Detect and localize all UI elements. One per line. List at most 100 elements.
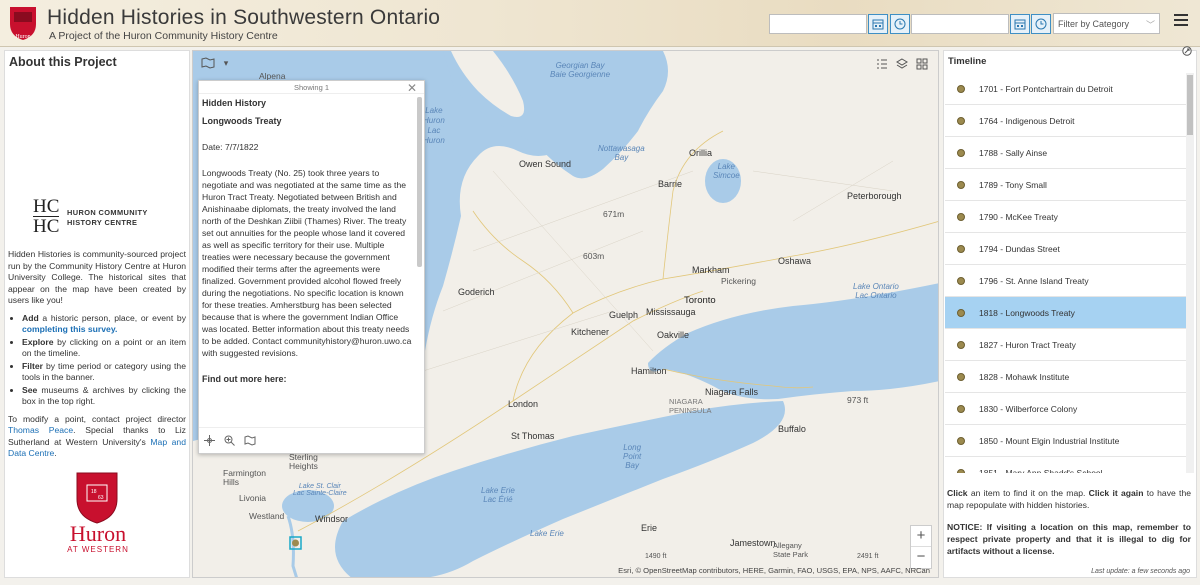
timeline-title: Timeline xyxy=(948,56,987,67)
timeline-item-label: 1828 - Mohawk Institute xyxy=(979,371,1070,382)
time-to-button[interactable] xyxy=(1031,14,1051,34)
layers-button[interactable] xyxy=(893,56,911,72)
basemap-dropdown-button[interactable]: ▾ xyxy=(217,55,235,71)
hchc-monogram: HC HC xyxy=(33,196,60,236)
menu-icon-bar xyxy=(1174,19,1188,21)
zoom-out-button[interactable]: − xyxy=(911,547,931,568)
timeline-item[interactable]: 1830 - Wilberforce Colony xyxy=(945,393,1190,425)
timeline-item[interactable]: 1850 - Mount Elgin Industrial Institute xyxy=(945,425,1190,457)
clock-icon xyxy=(894,18,906,30)
hamburger-menu-button[interactable] xyxy=(1174,14,1188,28)
label-orillia: Orillia xyxy=(689,148,713,158)
thomas-peace-link[interactable]: Thomas Peace xyxy=(8,425,73,435)
timeline-scrollbar[interactable] xyxy=(1186,73,1194,473)
label-lake-erie-2: Lake Erie xyxy=(530,529,564,538)
timeline-item[interactable]: 1701 - Fort Pontchartrain du Detroit xyxy=(945,73,1190,105)
org-name-line2: HISTORY CENTRE xyxy=(67,218,138,227)
timeline-item[interactable]: 1827 - Huron Tract Treaty xyxy=(945,329,1190,361)
timeline-item[interactable]: 1851 - Mary Ann Shadd's School xyxy=(945,457,1190,473)
label-elev-603: 603m xyxy=(583,251,605,261)
history-marker-icon xyxy=(957,468,965,473)
category-filter-label: Filter by Category xyxy=(1058,19,1130,29)
calendar-from-button[interactable] xyxy=(868,14,888,34)
app-title: Hidden Histories in Southwestern Ontario xyxy=(47,6,441,29)
huron-logo: Huron xyxy=(10,7,36,40)
time-from-button[interactable] xyxy=(890,14,910,34)
calendar-to-button[interactable] xyxy=(1010,14,1030,34)
app-subtitle: A Project of the Huron Community History… xyxy=(49,30,278,42)
clock-icon xyxy=(1035,18,1047,30)
expand-icon[interactable] xyxy=(1182,46,1192,56)
about-intro: Hidden Histories is community-sourced pr… xyxy=(8,249,186,305)
label-niagara-falls: Niagara Falls xyxy=(705,387,759,397)
zoom-to-icon[interactable] xyxy=(224,435,235,446)
chevron-down-icon: ▾ xyxy=(223,57,229,68)
label-lake-huron: Lake Huron Lac Huron xyxy=(423,106,445,145)
popup-description: Longwoods Treaty (No. 25) took three yea… xyxy=(202,168,412,358)
zoom-in-button[interactable]: + xyxy=(911,526,931,547)
close-icon[interactable]: ✕ xyxy=(407,81,417,95)
timeline-help: Click an item to find it on the map. Cli… xyxy=(947,487,1191,557)
map-icon[interactable] xyxy=(244,435,256,446)
timeline-panel: Timeline 1701 - Fort Pontchartrain du De… xyxy=(943,46,1197,578)
history-marker-icon xyxy=(957,116,965,125)
label-sterling-heights: Sterling Heights xyxy=(289,452,318,471)
svg-text:63: 63 xyxy=(98,495,104,501)
timeline-item-label: 1818 - Longwoods Treaty xyxy=(979,307,1075,318)
label-goderich: Goderich xyxy=(458,287,495,297)
timeline-item[interactable]: 1796 - St. Anne Island Treaty xyxy=(945,265,1190,297)
last-update-text: Last update: a few seconds ago xyxy=(1091,568,1190,575)
legend-button[interactable] xyxy=(873,56,891,72)
calendar-icon xyxy=(1014,19,1026,30)
basemap-gallery-button[interactable] xyxy=(913,56,931,72)
label-jamestown: Jamestown xyxy=(730,538,776,548)
timeline-item[interactable]: 1788 - Sally Ainse xyxy=(945,137,1190,169)
popup-counter: Showing 1 xyxy=(199,81,424,94)
history-marker-icon xyxy=(957,436,965,445)
timeline-item[interactable]: 1794 - Dundas Street xyxy=(945,233,1190,265)
timeline-item[interactable]: 1764 - Indigenous Detroit xyxy=(945,105,1190,137)
huron-shield-logo: 18 63 xyxy=(76,472,118,524)
layers-icon xyxy=(896,58,908,69)
basemap-toggle-button[interactable] xyxy=(199,55,217,71)
list-icon xyxy=(877,59,887,69)
timeline-item[interactable]: 1790 - McKee Treaty xyxy=(945,201,1190,233)
svg-text:Huron: Huron xyxy=(15,34,30,40)
history-marker-icon xyxy=(957,340,965,349)
survey-link[interactable]: completing this survey. xyxy=(22,324,117,334)
popup-date: Date: 7/7/1822 xyxy=(202,141,413,153)
label-allegany: Allegany State Park xyxy=(773,541,809,559)
popup-scrollbar[interactable] xyxy=(417,97,422,267)
monogram-top: HC xyxy=(33,196,60,217)
date-label: Date: xyxy=(202,142,223,152)
label-elev-973: 973 ft xyxy=(847,395,869,405)
timeline-scroll-thumb[interactable] xyxy=(1187,75,1193,135)
menu-icon-bar xyxy=(1174,24,1188,26)
feature-popup: Showing 1 ✕ Hidden History Longwoods Tre… xyxy=(198,80,425,454)
label-barrie: Barrie xyxy=(658,179,683,189)
label-mississauga: Mississauga xyxy=(646,307,696,317)
at-western-wordmark: AT WESTERN xyxy=(67,545,129,554)
label-nottawasaga: Nottawasaga Bay xyxy=(598,144,645,162)
label-oakville: Oakville xyxy=(657,330,690,340)
label-niagara-peninsula: NIAGARA PENINSULA xyxy=(669,397,712,415)
label-farmington-hills: Farmington Hills xyxy=(223,468,266,487)
huron-wordmark: Huron xyxy=(69,521,127,546)
hchc-logo: HC HC HURON COMMUNITY HISTORY CENTRE xyxy=(33,196,173,238)
svg-text:18: 18 xyxy=(91,489,97,495)
date-to-input[interactable] xyxy=(911,14,1009,34)
timeline-item-label: 1788 - Sally Ainse xyxy=(979,147,1048,158)
timeline-item[interactable]: 1828 - Mohawk Institute xyxy=(945,361,1190,393)
timeline-notice: NOTICE: If visiting a location on this m… xyxy=(947,522,1191,556)
date-value: 7/7/1822 xyxy=(224,142,259,152)
popup-layer-title: Hidden History xyxy=(202,98,267,108)
label-lake-erie: Lake Erie Lac Érié xyxy=(481,486,515,504)
label-elev-671: 671m xyxy=(603,209,625,219)
category-filter-select[interactable]: Filter by Category ﹀ xyxy=(1053,13,1160,34)
date-from-input[interactable] xyxy=(769,14,867,34)
timeline-item[interactable]: 1818 - Longwoods Treaty xyxy=(945,297,1190,329)
pan-icon[interactable] xyxy=(204,435,215,446)
label-london: London xyxy=(508,399,539,409)
chevron-down-icon: ﹀ xyxy=(1145,20,1155,30)
timeline-item[interactable]: 1789 - Tony Small xyxy=(945,169,1190,201)
